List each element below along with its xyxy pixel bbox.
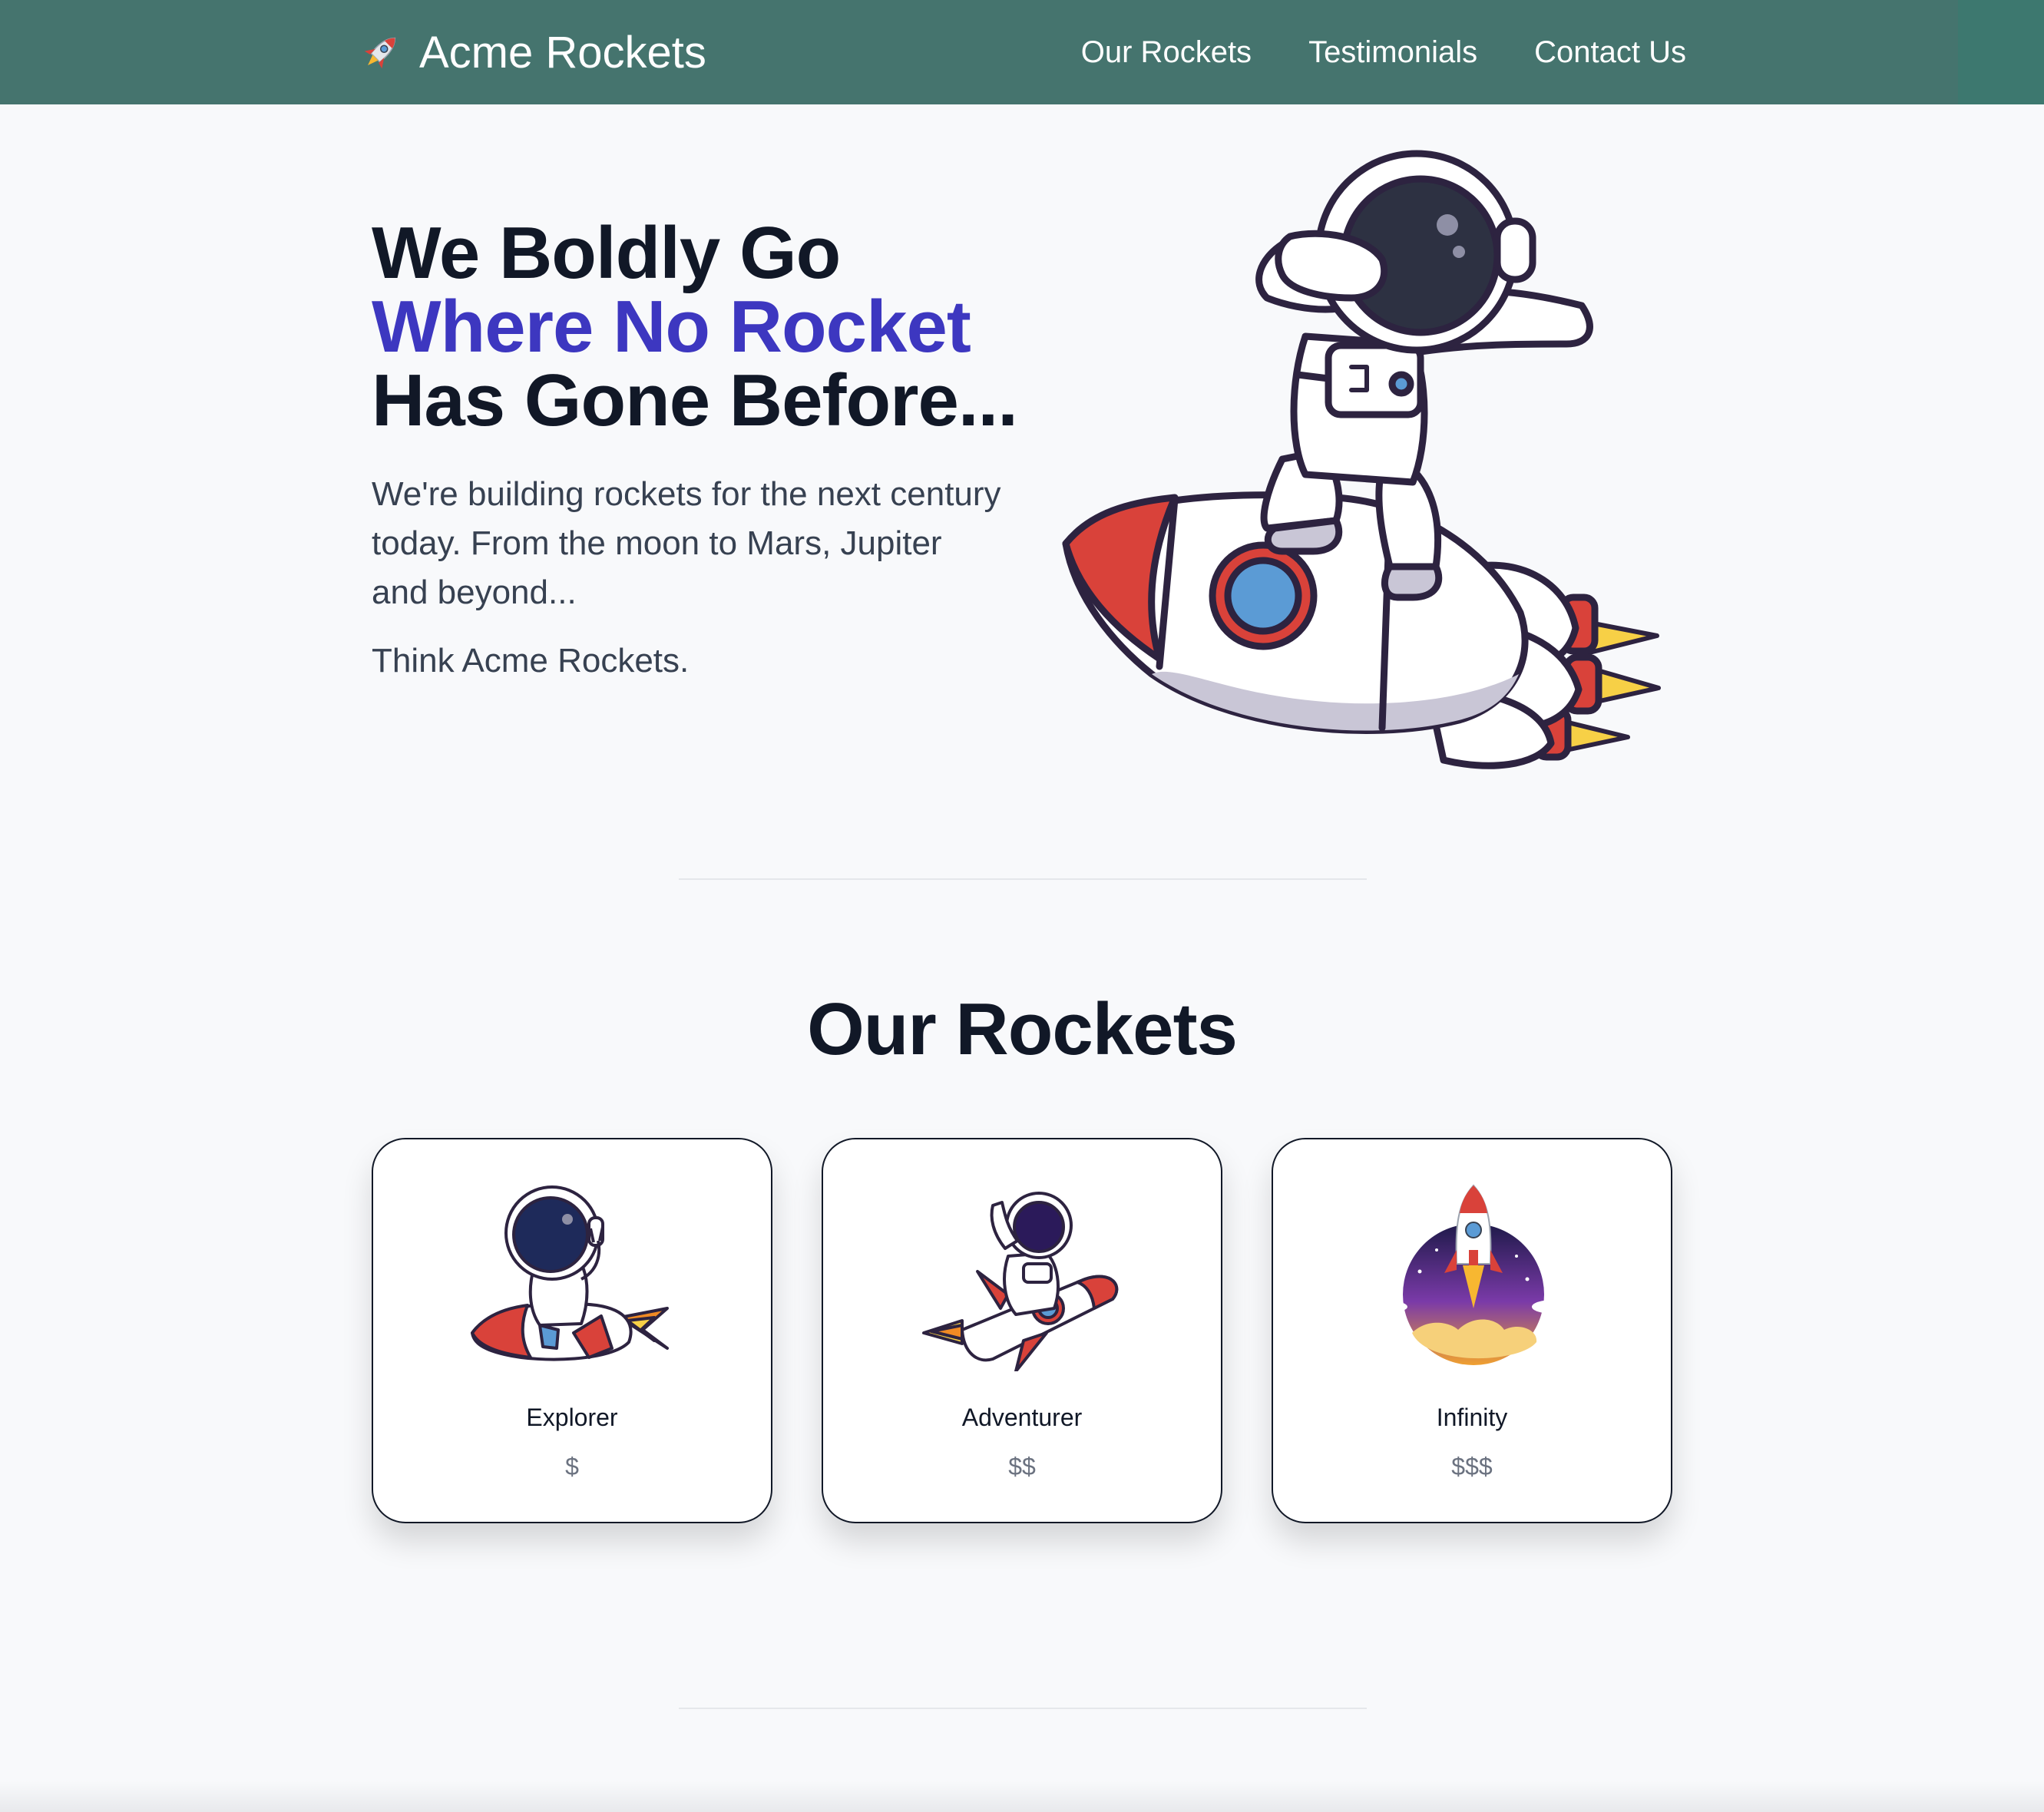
section-divider (679, 878, 1367, 880)
nav-link-testimonials[interactable]: Testimonials (1308, 35, 1477, 70)
hero-title-line-2: Where No Rocket (372, 286, 971, 368)
hero-title: We Boldly Go Where No Rocket Has Gone Be… (372, 217, 1032, 438)
rocket-card-name: Adventurer (961, 1404, 1083, 1431)
brand-link[interactable]: Acme Rockets (358, 23, 706, 81)
rocket-icon (364, 37, 396, 69)
section-divider (679, 1708, 1367, 1709)
rocket-card-price: $ (565, 1453, 579, 1480)
rocket-card-price: $$ (1008, 1453, 1036, 1480)
astronaut-waving-on-rocket-illustration (922, 1192, 1119, 1371)
hero-astronaut-rocket-illustration (1062, 150, 1661, 769)
rocket-launch-circle-illustration (1377, 1184, 1575, 1365)
rocket-card-infinity[interactable]: Infinity $$$ (1272, 1138, 1672, 1523)
nav-links: Our Rockets Testimonials Contact Us (1081, 0, 1686, 104)
hero-subtitle: We're building rockets for the next cent… (372, 475, 1001, 611)
navbar-edge (1958, 0, 2044, 104)
hero-title-line-1: We Boldly Go (372, 212, 841, 294)
our-rockets-heading: Our Rockets (807, 988, 1238, 1070)
brand-name: Acme Rockets (419, 27, 706, 78)
astronaut-riding-rocket-illustration (471, 1185, 669, 1361)
rocket-card-price: $$$ (1451, 1453, 1493, 1480)
rocket-card-adventurer[interactable]: Adventurer $$ (822, 1138, 1222, 1523)
nav-link-our-rockets[interactable]: Our Rockets (1081, 35, 1252, 70)
nav-link-contact-us[interactable]: Contact Us (1534, 35, 1686, 70)
hero-section: We Boldly Go Where No Rocket Has Gone Be… (372, 217, 1032, 680)
bottom-edge (0, 1781, 2044, 1812)
rocket-card-name: Explorer (526, 1404, 618, 1431)
navbar: Acme Rockets Our Rockets Testimonials Co… (0, 0, 2044, 104)
rocket-card-name: Infinity (1436, 1404, 1508, 1431)
hero-title-line-3: Has Gone Before... (372, 359, 1018, 441)
hero-tagline: Think Acme Rockets. (372, 642, 690, 680)
rocket-card-explorer[interactable]: Explorer $ (372, 1138, 772, 1523)
